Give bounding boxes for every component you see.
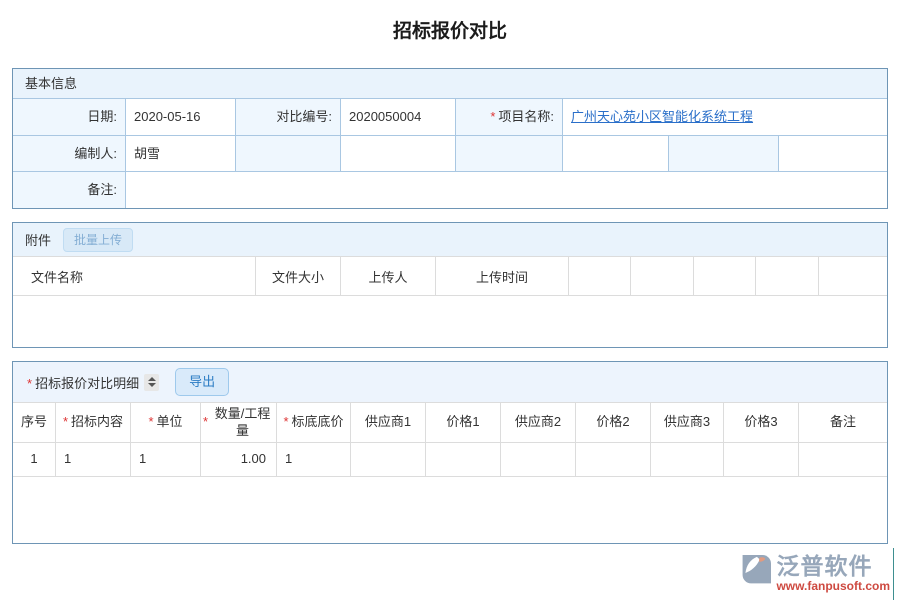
attachments-section: 附件 批量上传 文件名称 文件大小 上传人 上传时间 [12, 222, 888, 348]
serial-no-column-header: 序号 [13, 403, 56, 442]
date-label: 日期: [13, 99, 126, 135]
detail-header: *招标报价对比明细 导出 [13, 362, 887, 403]
supplier1-column-header: 供应商1 [351, 403, 426, 442]
remark-cell [799, 443, 887, 476]
uploader-column-header: 上传人 [341, 257, 436, 295]
sort-down-arrow-icon [148, 383, 156, 387]
bid-content-cell: 1 [56, 443, 131, 476]
brand-text-block: 泛普软件 www.fanpusoft.com [776, 554, 890, 593]
unit-cell: 1 [131, 443, 201, 476]
price2-cell [576, 443, 651, 476]
empty-label-cell [456, 136, 563, 171]
basic-info-row-2: 编制人: 胡雪 [13, 136, 887, 172]
supplier2-column-header: 供应商2 [501, 403, 576, 442]
base-price-cell: 1 [277, 443, 351, 476]
compiler-value: 胡雪 [126, 136, 236, 171]
basic-info-section: 基本信息 日期: 2020-05-16 对比编号: 2020050004 *项目… [12, 68, 888, 209]
detail-title-text: 招标报价对比明细 [35, 376, 139, 391]
empty-label-cell [236, 136, 341, 171]
attachments-title: 附件 [25, 230, 51, 249]
attach-empty-column [756, 257, 819, 295]
required-asterisk: * [203, 414, 208, 430]
detail-title: *招标报价对比明细 [27, 373, 139, 392]
basic-info-row-1: 日期: 2020-05-16 对比编号: 2020050004 *项目名称: 广… [13, 99, 887, 136]
page-edge-line [893, 548, 894, 600]
price1-cell [426, 443, 501, 476]
export-button[interactable]: 导出 [175, 368, 229, 396]
required-asterisk: * [63, 414, 68, 430]
attachments-column-headers: 文件名称 文件大小 上传人 上传时间 [13, 256, 887, 296]
compare-no-label: 对比编号: [236, 99, 341, 135]
unit-column-header: *单位 [131, 403, 201, 442]
sort-icon[interactable] [144, 374, 159, 391]
attachments-header: 附件 批量上传 [13, 223, 887, 256]
required-asterisk: * [148, 414, 153, 430]
quantity-column-header: *数量/工程量 [201, 403, 277, 442]
attach-empty-column [819, 257, 887, 295]
file-size-column-header: 文件大小 [256, 257, 341, 295]
fanpu-logo-icon [734, 554, 772, 593]
project-name-value: 广州天心苑小区智能化系统工程 [563, 99, 887, 135]
brand-footer: 泛普软件 www.fanpusoft.com [734, 554, 890, 593]
bid-content-column-header: *招标内容 [56, 403, 131, 442]
price3-cell [724, 443, 799, 476]
project-link[interactable]: 广州天心苑小区智能化系统工程 [571, 109, 753, 124]
attach-empty-column [694, 257, 756, 295]
supplier2-cell [501, 443, 576, 476]
date-value: 2020-05-16 [126, 99, 236, 135]
batch-upload-button[interactable]: 批量上传 [63, 228, 133, 252]
supplier3-column-header: 供应商3 [651, 403, 724, 442]
brand-website: www.fanpusoft.com [776, 579, 890, 593]
price1-column-header: 价格1 [426, 403, 501, 442]
empty-value-cell [779, 136, 887, 171]
page-title: 招标报价对比 [0, 0, 900, 46]
quantity-cell: 1.00 [201, 443, 277, 476]
basic-info-header: 基本信息 [13, 69, 887, 99]
price3-column-header: 价格3 [724, 403, 799, 442]
required-asterisk: * [283, 414, 288, 430]
remark-label: 备注: [13, 172, 126, 208]
attach-empty-column [569, 257, 631, 295]
serial-no-cell: 1 [13, 443, 56, 476]
empty-value-cell [563, 136, 669, 171]
brand-name: 泛普软件 [776, 554, 872, 578]
remark-column-header: 备注 [799, 403, 887, 442]
supplier3-cell [651, 443, 724, 476]
detail-column-headers: 序号 *招标内容 *单位 *数量/工程量 *标底底价 供应商1 价格1 供应商2… [13, 403, 887, 443]
required-asterisk: * [490, 109, 495, 124]
supplier1-cell [351, 443, 426, 476]
remark-value [126, 172, 887, 208]
project-name-label: *项目名称: [456, 99, 563, 135]
base-price-column-header: *标底底价 [277, 403, 351, 442]
compare-no-value: 2020050004 [341, 99, 456, 135]
basic-info-row-3: 备注: [13, 172, 887, 208]
file-name-column-header: 文件名称 [13, 257, 256, 295]
price2-column-header: 价格2 [576, 403, 651, 442]
sort-up-arrow-icon [148, 377, 156, 381]
empty-value-cell [341, 136, 456, 171]
attachments-empty-body [13, 296, 887, 346]
detail-section: *招标报价对比明细 导出 序号 *招标内容 *单位 *数量/工程量 *标底底价 … [12, 361, 888, 544]
table-row: 1 1 1 1.00 1 [13, 443, 887, 477]
attach-empty-column [631, 257, 694, 295]
empty-label-cell [669, 136, 779, 171]
upload-time-column-header: 上传时间 [436, 257, 569, 295]
project-name-label-text: 项目名称: [498, 109, 554, 124]
required-asterisk: * [27, 376, 32, 391]
compiler-label: 编制人: [13, 136, 126, 171]
